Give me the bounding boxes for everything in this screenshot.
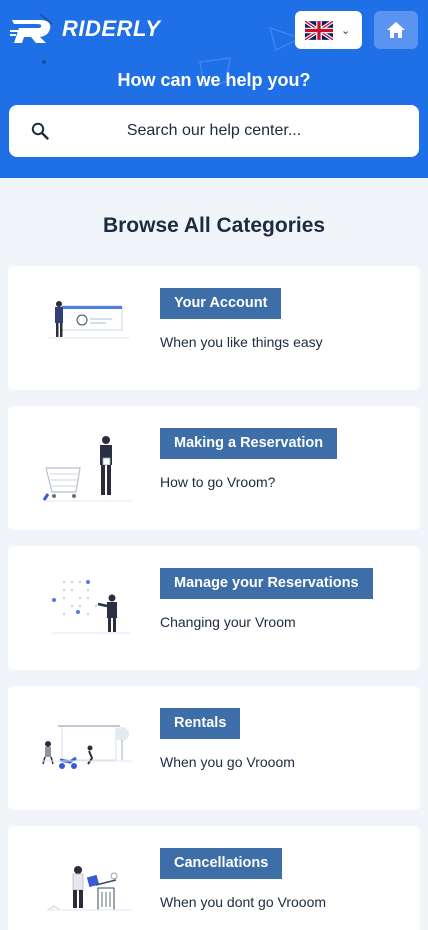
scooter-illustration <box>42 725 132 769</box>
category-card-account[interactable]: Your Account When you like things easy <box>8 266 420 390</box>
riderly-logo-icon <box>10 20 51 43</box>
account-illustration <box>48 301 130 339</box>
search-input[interactable] <box>9 105 419 157</box>
category-description: How to go Vroom? <box>160 474 276 490</box>
chevron-down-icon: ⌄ <box>341 24 351 37</box>
category-description: Changing your Vroom <box>160 614 296 630</box>
category-label: Manage your Reservations <box>160 568 373 599</box>
section-title: Browse All Categories <box>102 214 326 237</box>
category-label: Rentals <box>160 708 241 739</box>
uk-flag-icon <box>305 20 333 40</box>
search-box[interactable] <box>9 105 419 157</box>
search-icon <box>31 122 49 140</box>
category-list: Your Account When you like things easy M… <box>0 266 428 930</box>
shopping-cart-illustration <box>42 436 132 502</box>
category-card-manage-reservations[interactable]: Manage your Reservations Changing your V… <box>8 546 420 670</box>
trash-illustration <box>46 866 132 911</box>
home-icon <box>387 22 405 38</box>
category-label: Your Account <box>160 288 282 319</box>
category-description: When you go Vrooom <box>160 754 295 770</box>
category-card-making-reservation[interactable]: Making a Reservation How to go Vroom? <box>8 406 420 530</box>
category-description: When you dont go Vrooom <box>160 894 327 910</box>
hero-title: How can we help you? <box>117 70 311 90</box>
category-label: Cancellations <box>160 848 283 879</box>
home-button[interactable] <box>374 11 418 49</box>
category-label: Making a Reservation <box>160 428 338 459</box>
brand-logo[interactable]: RIDERLY <box>10 14 160 44</box>
brand-name: RIDERLY <box>62 16 161 41</box>
top-bar: RIDERLY ⌄ <box>0 0 428 60</box>
category-card-rentals[interactable]: Rentals When you go Vrooom <box>8 686 420 810</box>
language-selector[interactable]: ⌄ <box>295 11 362 49</box>
category-description: When you like things easy <box>160 334 323 350</box>
hero-banner: RIDERLY ⌄ How can we help you? <box>0 0 428 178</box>
schedule-illustration <box>52 580 130 634</box>
category-card-cancellations[interactable]: Cancellations When you dont go Vrooom <box>8 826 420 930</box>
